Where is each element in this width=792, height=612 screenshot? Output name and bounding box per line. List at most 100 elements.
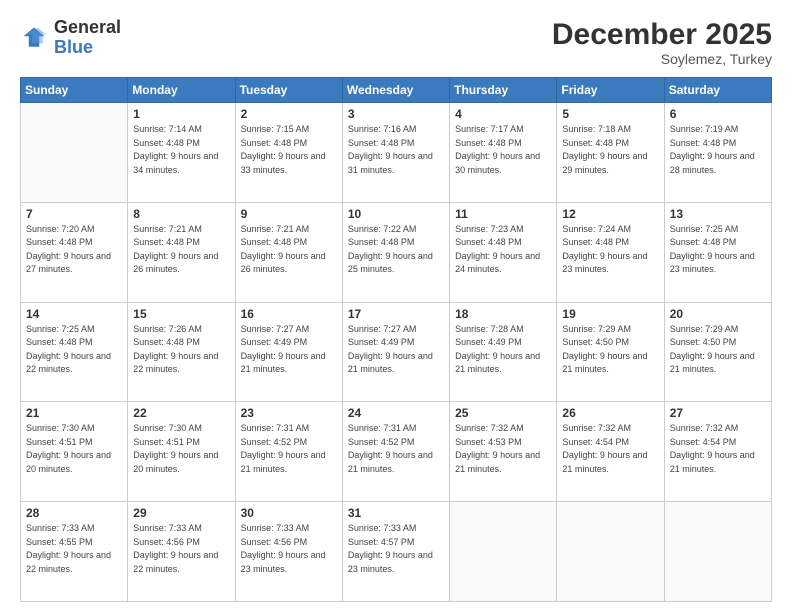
day-info: Sunrise: 7:32 AMSunset: 4:54 PMDaylight:… xyxy=(562,422,658,476)
day-number: 21 xyxy=(26,406,122,420)
day-number: 20 xyxy=(670,307,766,321)
day-info: Sunrise: 7:27 AMSunset: 4:49 PMDaylight:… xyxy=(241,323,337,377)
logo-blue: Blue xyxy=(54,38,121,58)
day-number: 5 xyxy=(562,107,658,121)
day-info: Sunrise: 7:33 AMSunset: 4:56 PMDaylight:… xyxy=(133,522,229,576)
day-info: Sunrise: 7:17 AMSunset: 4:48 PMDaylight:… xyxy=(455,123,551,177)
day-number: 11 xyxy=(455,207,551,221)
day-number: 15 xyxy=(133,307,229,321)
calendar-cell: 5 Sunrise: 7:18 AMSunset: 4:48 PMDaylight… xyxy=(557,103,664,203)
logo-icon xyxy=(20,24,48,52)
calendar-cell: 8 Sunrise: 7:21 AMSunset: 4:48 PMDaylight… xyxy=(128,202,235,302)
day-number: 8 xyxy=(133,207,229,221)
day-info: Sunrise: 7:26 AMSunset: 4:48 PMDaylight:… xyxy=(133,323,229,377)
calendar-cell: 2 Sunrise: 7:15 AMSunset: 4:48 PMDaylight… xyxy=(235,103,342,203)
header: General Blue December 2025 Soylemez, Tur… xyxy=(20,18,772,67)
day-number: 30 xyxy=(241,506,337,520)
day-info: Sunrise: 7:27 AMSunset: 4:49 PMDaylight:… xyxy=(348,323,444,377)
day-number: 6 xyxy=(670,107,766,121)
day-number: 22 xyxy=(133,406,229,420)
calendar-cell: 10 Sunrise: 7:22 AMSunset: 4:48 PMDayligh… xyxy=(342,202,449,302)
day-info: Sunrise: 7:14 AMSunset: 4:48 PMDaylight:… xyxy=(133,123,229,177)
calendar-header-row: SundayMondayTuesdayWednesdayThursdayFrid… xyxy=(21,78,772,103)
weekday-header-friday: Friday xyxy=(557,78,664,103)
day-info: Sunrise: 7:29 AMSunset: 4:50 PMDaylight:… xyxy=(562,323,658,377)
day-number: 3 xyxy=(348,107,444,121)
day-number: 17 xyxy=(348,307,444,321)
day-number: 10 xyxy=(348,207,444,221)
calendar-table: SundayMondayTuesdayWednesdayThursdayFrid… xyxy=(20,77,772,602)
day-number: 4 xyxy=(455,107,551,121)
day-number: 29 xyxy=(133,506,229,520)
day-info: Sunrise: 7:33 AMSunset: 4:56 PMDaylight:… xyxy=(241,522,337,576)
calendar-cell: 6Sunrise: 7:19 AMSunset: 4:48 PMDaylight… xyxy=(664,103,771,203)
day-number: 16 xyxy=(241,307,337,321)
calendar-week-1: 1Sunrise: 7:14 AMSunset: 4:48 PMDaylight… xyxy=(21,103,772,203)
day-info: Sunrise: 7:22 AMSunset: 4:48 PMDaylight:… xyxy=(348,223,444,277)
day-number: 19 xyxy=(562,307,658,321)
day-info: Sunrise: 7:18 AMSunset: 4:48 PMDaylight:… xyxy=(562,123,658,177)
calendar-cell: 17 Sunrise: 7:27 AMSunset: 4:49 PMDayligh… xyxy=(342,302,449,402)
day-info: Sunrise: 7:20 AMSunset: 4:48 PMDaylight:… xyxy=(26,223,122,277)
calendar-cell: 11 Sunrise: 7:23 AMSunset: 4:48 PMDayligh… xyxy=(450,202,557,302)
calendar-cell: 9Sunrise: 7:21 AMSunset: 4:48 PMDaylight… xyxy=(235,202,342,302)
subtitle: Soylemez, Turkey xyxy=(552,51,772,67)
day-info: Sunrise: 7:33 AMSunset: 4:55 PMDaylight:… xyxy=(26,522,122,576)
day-number: 28 xyxy=(26,506,122,520)
day-info: Sunrise: 7:16 AMSunset: 4:48 PMDaylight:… xyxy=(348,123,444,177)
weekday-header-wednesday: Wednesday xyxy=(342,78,449,103)
page: General Blue December 2025 Soylemez, Tur… xyxy=(0,0,792,612)
calendar-cell: 16 Sunrise: 7:27 AMSunset: 4:49 PMDayligh… xyxy=(235,302,342,402)
calendar-cell xyxy=(21,103,128,203)
day-info: Sunrise: 7:32 AMSunset: 4:54 PMDaylight:… xyxy=(670,422,766,476)
calendar-cell xyxy=(557,502,664,602)
calendar-cell: 29 Sunrise: 7:33 AMSunset: 4:56 PMDayligh… xyxy=(128,502,235,602)
day-number: 12 xyxy=(562,207,658,221)
calendar-cell: 1Sunrise: 7:14 AMSunset: 4:48 PMDaylight… xyxy=(128,103,235,203)
day-number: 14 xyxy=(26,307,122,321)
calendar-cell: 20 Sunrise: 7:29 AMSunset: 4:50 PMDayligh… xyxy=(664,302,771,402)
weekday-header-monday: Monday xyxy=(128,78,235,103)
calendar-cell: 26 Sunrise: 7:32 AMSunset: 4:54 PMDayligh… xyxy=(557,402,664,502)
logo-text: General Blue xyxy=(54,18,121,58)
day-info: Sunrise: 7:23 AMSunset: 4:48 PMDaylight:… xyxy=(455,223,551,277)
day-info: Sunrise: 7:21 AMSunset: 4:48 PMDaylight:… xyxy=(133,223,229,277)
day-number: 9 xyxy=(241,207,337,221)
day-info: Sunrise: 7:28 AMSunset: 4:49 PMDaylight:… xyxy=(455,323,551,377)
day-info: Sunrise: 7:25 AMSunset: 4:48 PMDaylight:… xyxy=(26,323,122,377)
day-number: 31 xyxy=(348,506,444,520)
calendar-cell: 24Sunrise: 7:31 AMSunset: 4:52 PMDayligh… xyxy=(342,402,449,502)
weekday-header-thursday: Thursday xyxy=(450,78,557,103)
calendar-cell: 4 Sunrise: 7:17 AMSunset: 4:48 PMDaylight… xyxy=(450,103,557,203)
logo-general: General xyxy=(54,18,121,38)
month-title: December 2025 xyxy=(552,18,772,51)
calendar-cell: 23Sunrise: 7:31 AMSunset: 4:52 PMDayligh… xyxy=(235,402,342,502)
calendar-cell: 25Sunrise: 7:32 AMSunset: 4:53 PMDayligh… xyxy=(450,402,557,502)
day-info: Sunrise: 7:30 AMSunset: 4:51 PMDaylight:… xyxy=(133,422,229,476)
day-number: 26 xyxy=(562,406,658,420)
calendar-week-5: 28 Sunrise: 7:33 AMSunset: 4:55 PMDayligh… xyxy=(21,502,772,602)
calendar-cell: 12 Sunrise: 7:24 AMSunset: 4:48 PMDayligh… xyxy=(557,202,664,302)
calendar-week-4: 21 Sunrise: 7:30 AMSunset: 4:51 PMDayligh… xyxy=(21,402,772,502)
day-info: Sunrise: 7:24 AMSunset: 4:48 PMDaylight:… xyxy=(562,223,658,277)
day-number: 24 xyxy=(348,406,444,420)
day-number: 2 xyxy=(241,107,337,121)
weekday-header-tuesday: Tuesday xyxy=(235,78,342,103)
calendar-cell xyxy=(664,502,771,602)
calendar-cell: 19 Sunrise: 7:29 AMSunset: 4:50 PMDayligh… xyxy=(557,302,664,402)
day-info: Sunrise: 7:31 AMSunset: 4:52 PMDaylight:… xyxy=(241,422,337,476)
calendar-cell: 18Sunrise: 7:28 AMSunset: 4:49 PMDayligh… xyxy=(450,302,557,402)
day-info: Sunrise: 7:29 AMSunset: 4:50 PMDaylight:… xyxy=(670,323,766,377)
day-number: 7 xyxy=(26,207,122,221)
calendar-cell: 14 Sunrise: 7:25 AMSunset: 4:48 PMDayligh… xyxy=(21,302,128,402)
weekday-header-sunday: Sunday xyxy=(21,78,128,103)
title-block: December 2025 Soylemez, Turkey xyxy=(552,18,772,67)
day-info: Sunrise: 7:15 AMSunset: 4:48 PMDaylight:… xyxy=(241,123,337,177)
day-number: 13 xyxy=(670,207,766,221)
calendar-cell: 13Sunrise: 7:25 AMSunset: 4:48 PMDayligh… xyxy=(664,202,771,302)
calendar-cell: 3 Sunrise: 7:16 AMSunset: 4:48 PMDaylight… xyxy=(342,103,449,203)
calendar-cell: 7 Sunrise: 7:20 AMSunset: 4:48 PMDaylight… xyxy=(21,202,128,302)
calendar-cell xyxy=(450,502,557,602)
calendar-week-3: 14 Sunrise: 7:25 AMSunset: 4:48 PMDayligh… xyxy=(21,302,772,402)
logo: General Blue xyxy=(20,18,121,58)
